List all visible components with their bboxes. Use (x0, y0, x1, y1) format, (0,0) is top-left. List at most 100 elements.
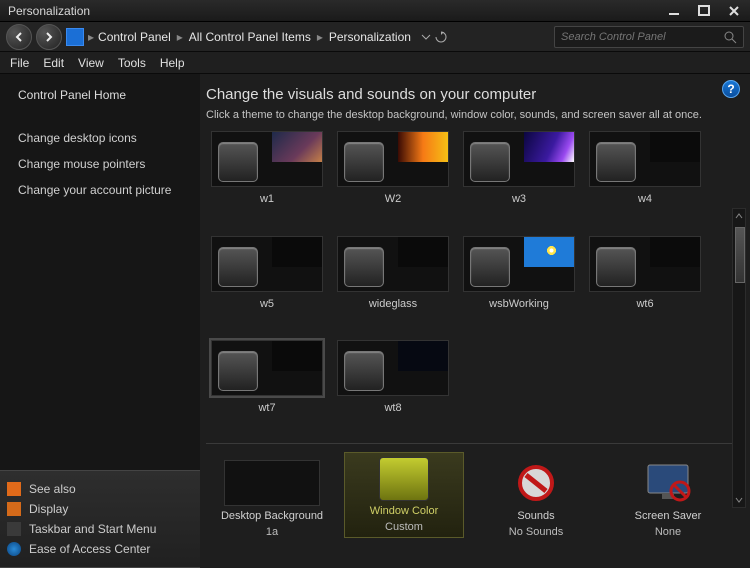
theme-item[interactable]: w5 (206, 234, 328, 332)
back-button[interactable] (6, 24, 32, 50)
page-subtext: Click a theme to change the desktop back… (206, 109, 734, 121)
theme-label: wsbWorking (489, 298, 549, 310)
wallpaper-thumb (272, 341, 322, 371)
wallpaper-thumb (650, 132, 700, 162)
theme-label: w3 (512, 193, 526, 205)
aero-glass-chip (344, 351, 384, 391)
menu-file[interactable]: File (10, 56, 29, 70)
chevron-right-icon: ▸ (313, 30, 327, 44)
help-button[interactable]: ? (722, 80, 740, 98)
setting-label: Screen Saver (635, 510, 702, 522)
display-icon (7, 482, 21, 496)
wallpaper-thumb (650, 237, 700, 267)
wallpaper-thumb (524, 132, 574, 162)
sidebar-link-desktop-icons[interactable]: Change desktop icons (18, 128, 182, 148)
theme-item[interactable]: wt7 (206, 338, 328, 436)
menu-edit[interactable]: Edit (43, 56, 64, 70)
aero-glass-chip (596, 247, 636, 287)
sidebar-link-account-picture[interactable]: Change your account picture (18, 180, 182, 200)
content-area: ? Change the visuals and sounds on your … (200, 74, 750, 568)
aero-glass-chip (344, 247, 384, 287)
sidebar: Control Panel Home Change desktop icons … (0, 74, 200, 568)
breadcrumb-item[interactable]: Control Panel (98, 30, 171, 44)
scroll-up-arrow[interactable] (733, 209, 745, 223)
breadcrumb-item[interactable]: Personalization (329, 30, 411, 44)
breadcrumb-item[interactable]: All Control Panel Items (189, 30, 311, 44)
setting-value: Custom (385, 521, 423, 533)
window-color-swatch (379, 457, 429, 501)
theme-label: wt6 (636, 298, 653, 310)
theme-item[interactable]: w1 (206, 129, 328, 227)
menu-view[interactable]: View (78, 56, 104, 70)
breadcrumb-dropdown[interactable] (421, 31, 447, 43)
chevron-right-icon: ▸ (173, 30, 187, 44)
see-also-ease[interactable]: Ease of Access Center (29, 542, 150, 556)
setting-value: None (655, 526, 681, 538)
theme-item[interactable]: wideglass (332, 234, 454, 332)
sidebar-heading[interactable]: Control Panel Home (18, 88, 182, 102)
theme-label: w4 (638, 193, 652, 205)
maximize-button[interactable] (690, 2, 718, 20)
see-also-taskbar[interactable]: Taskbar and Start Menu (29, 522, 156, 536)
setting-value: 1a (266, 526, 278, 538)
forward-button[interactable] (36, 24, 62, 50)
theme-item[interactable]: W2 (332, 129, 454, 227)
wallpaper-thumb (398, 237, 448, 267)
see-also-panel: See also Display Taskbar and Start Menu … (0, 470, 203, 568)
setting-desktop-background[interactable]: Desktop Background 1a (212, 460, 332, 538)
themes-grid: w1 W2 w3 w4 w5 wideglass wsbWorking wt6 wt7 wt8 (206, 129, 734, 437)
wallpaper-thumb (524, 237, 574, 267)
search-box[interactable] (554, 26, 744, 48)
theme-preview (337, 131, 449, 187)
settings-row: Desktop Background 1a Window Color Custo… (206, 452, 734, 546)
theme-label: wt8 (384, 402, 401, 414)
screensaver-icon (640, 460, 696, 506)
theme-item[interactable]: w4 (584, 129, 706, 227)
wallpaper-thumb (398, 341, 448, 371)
divider (206, 443, 734, 444)
setting-value: No Sounds (509, 526, 563, 538)
aero-glass-chip (470, 247, 510, 287)
sidebar-link-mouse-pointers[interactable]: Change mouse pointers (18, 154, 182, 174)
theme-item[interactable]: wt6 (584, 234, 706, 332)
setting-screen-saver[interactable]: Screen Saver None (608, 460, 728, 538)
theme-label: wt7 (258, 402, 275, 414)
search-icon[interactable] (723, 30, 737, 44)
breadcrumb: Control Panel ▸ All Control Panel Items … (98, 30, 447, 44)
see-also-heading: See also (29, 482, 76, 496)
setting-sounds[interactable]: Sounds No Sounds (476, 460, 596, 538)
ease-icon (7, 542, 21, 556)
window-controls (660, 2, 750, 20)
aero-glass-chip (218, 142, 258, 182)
theme-label: wideglass (369, 298, 417, 310)
theme-preview (589, 236, 701, 292)
aero-glass-chip (596, 142, 636, 182)
theme-item[interactable]: wt8 (332, 338, 454, 436)
theme-label: W2 (385, 193, 402, 205)
see-also-display[interactable]: Display (29, 502, 68, 516)
theme-item[interactable]: wsbWorking (458, 234, 580, 332)
menu-tools[interactable]: Tools (118, 56, 146, 70)
wallpaper-thumb (272, 132, 322, 162)
refresh-icon[interactable] (435, 31, 447, 43)
theme-label: w5 (260, 298, 274, 310)
scrollbar[interactable] (732, 208, 746, 508)
theme-item[interactable]: w3 (458, 129, 580, 227)
scroll-thumb[interactable] (735, 227, 745, 283)
theme-preview (211, 236, 323, 292)
minimize-button[interactable] (660, 2, 688, 20)
setting-window-color[interactable]: Window Color Custom (344, 452, 464, 538)
search-input[interactable] (561, 31, 723, 43)
scroll-down-arrow[interactable] (733, 493, 745, 507)
aero-glass-chip (470, 142, 510, 182)
address-bar: ▸ Control Panel ▸ All Control Panel Item… (0, 22, 750, 52)
titlebar: Personalization (0, 0, 750, 22)
theme-label: w1 (260, 193, 274, 205)
desktop-background-thumb (224, 460, 320, 506)
theme-preview (337, 236, 449, 292)
close-button[interactable] (720, 2, 748, 20)
aero-glass-chip (218, 247, 258, 287)
menu-help[interactable]: Help (160, 56, 185, 70)
sounds-icon (508, 460, 564, 506)
setting-label: Window Color (370, 505, 438, 517)
